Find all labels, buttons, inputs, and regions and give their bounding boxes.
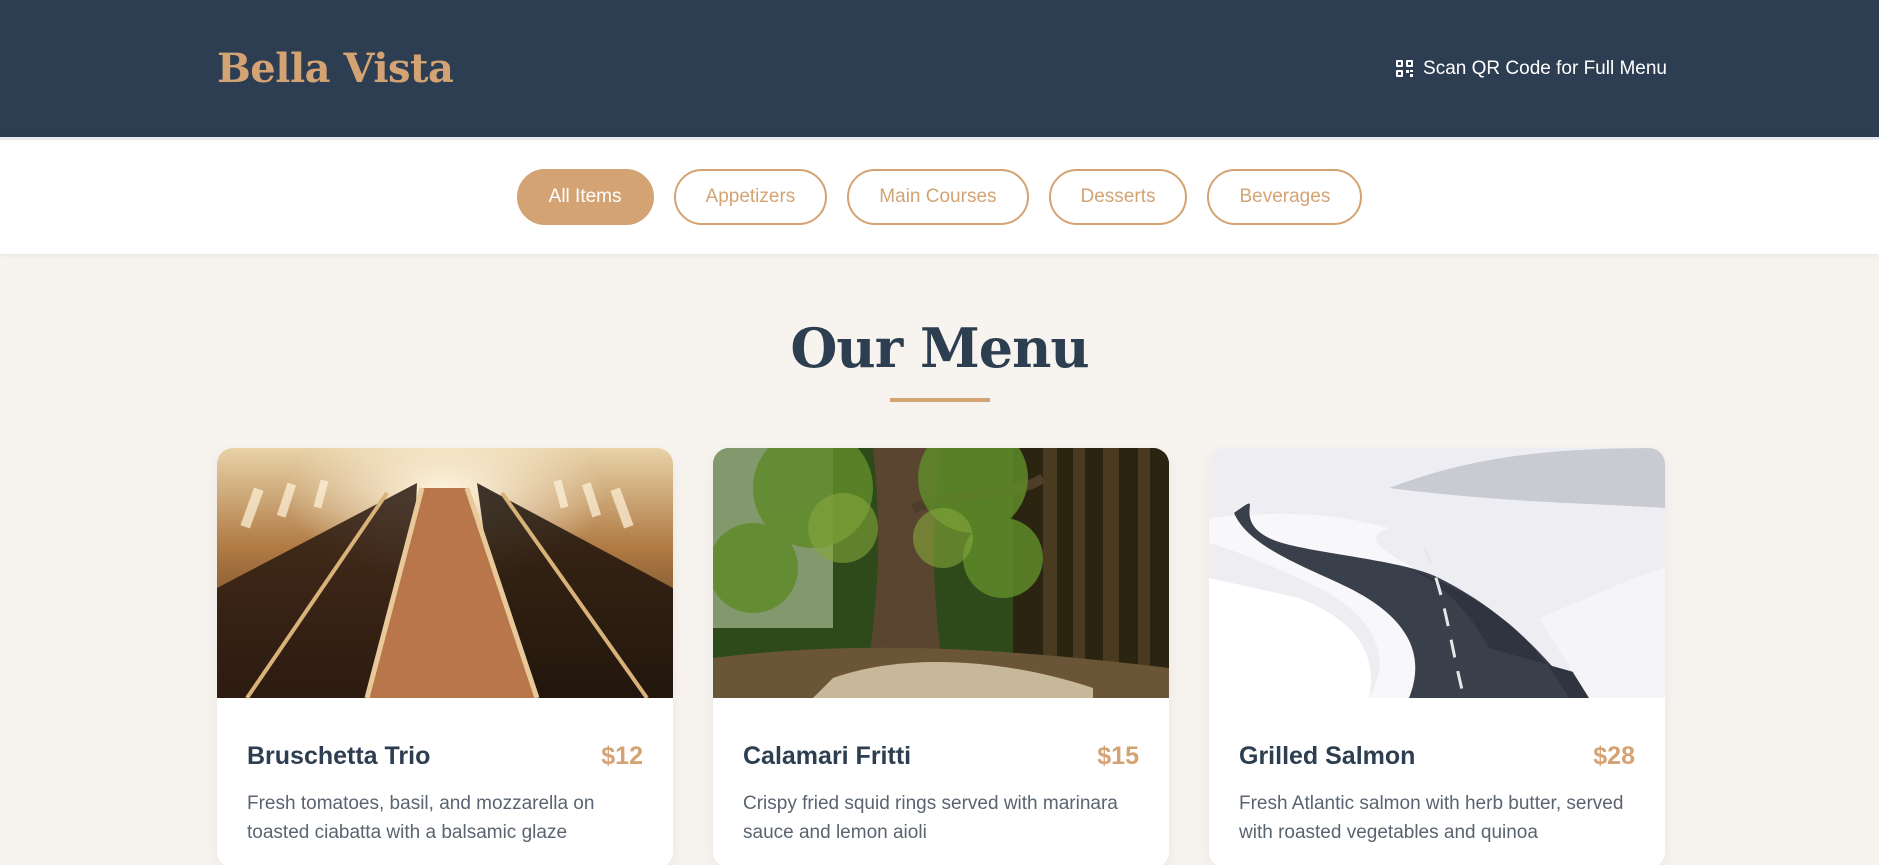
scan-qr-link[interactable]: Scan QR Code for Full Menu xyxy=(1396,58,1667,80)
menu-title: Our Menu xyxy=(790,316,1089,380)
menu-item-description: Crispy fried squid rings served with mar… xyxy=(743,793,1118,843)
menu-grid: Bruschetta Trio $12 Fresh tomatoes, basi… xyxy=(0,448,1879,865)
menu-item-name: Grilled Salmon xyxy=(1239,742,1416,770)
menu-item-price: $15 xyxy=(1097,742,1139,770)
menu-item-price: $12 xyxy=(601,742,643,770)
menu-item-image xyxy=(217,448,673,698)
menu-card[interactable]: Grilled Salmon $28 Fresh Atlantic salmon… xyxy=(1209,448,1665,865)
scan-qr-label: Scan QR Code for Full Menu xyxy=(1423,57,1667,79)
menu-item-image xyxy=(713,448,1169,698)
filter-beverages[interactable]: Beverages xyxy=(1207,169,1363,225)
menu-item-description: Fresh tomatoes, basil, and mozzarella on… xyxy=(247,793,595,843)
menu-item-price: $28 xyxy=(1593,742,1635,770)
menu-item-name: Calamari Fritti xyxy=(743,742,912,770)
menu-item-description: Fresh Atlantic salmon with herb butter, … xyxy=(1239,793,1624,843)
title-divider xyxy=(889,398,990,402)
menu-item-image xyxy=(1209,448,1665,698)
site-header: Bella Vista Scan QR Code for Full Menu xyxy=(0,0,1879,137)
brand-logo[interactable]: Bella Vista xyxy=(217,45,454,92)
category-filter-bar: All Items Appetizers Main Courses Desser… xyxy=(0,137,1879,254)
filter-all-items[interactable]: All Items xyxy=(516,169,654,225)
filter-main-courses[interactable]: Main Courses xyxy=(847,169,1029,225)
menu-card[interactable]: Bruschetta Trio $12 Fresh tomatoes, basi… xyxy=(217,448,673,865)
qr-code-icon xyxy=(1396,60,1414,77)
filter-appetizers[interactable]: Appetizers xyxy=(673,169,828,225)
filter-desserts[interactable]: Desserts xyxy=(1048,169,1188,225)
menu-card[interactable]: Calamari Fritti $15 Crispy fried squid r… xyxy=(713,448,1169,865)
menu-item-name: Bruschetta Trio xyxy=(247,742,431,770)
